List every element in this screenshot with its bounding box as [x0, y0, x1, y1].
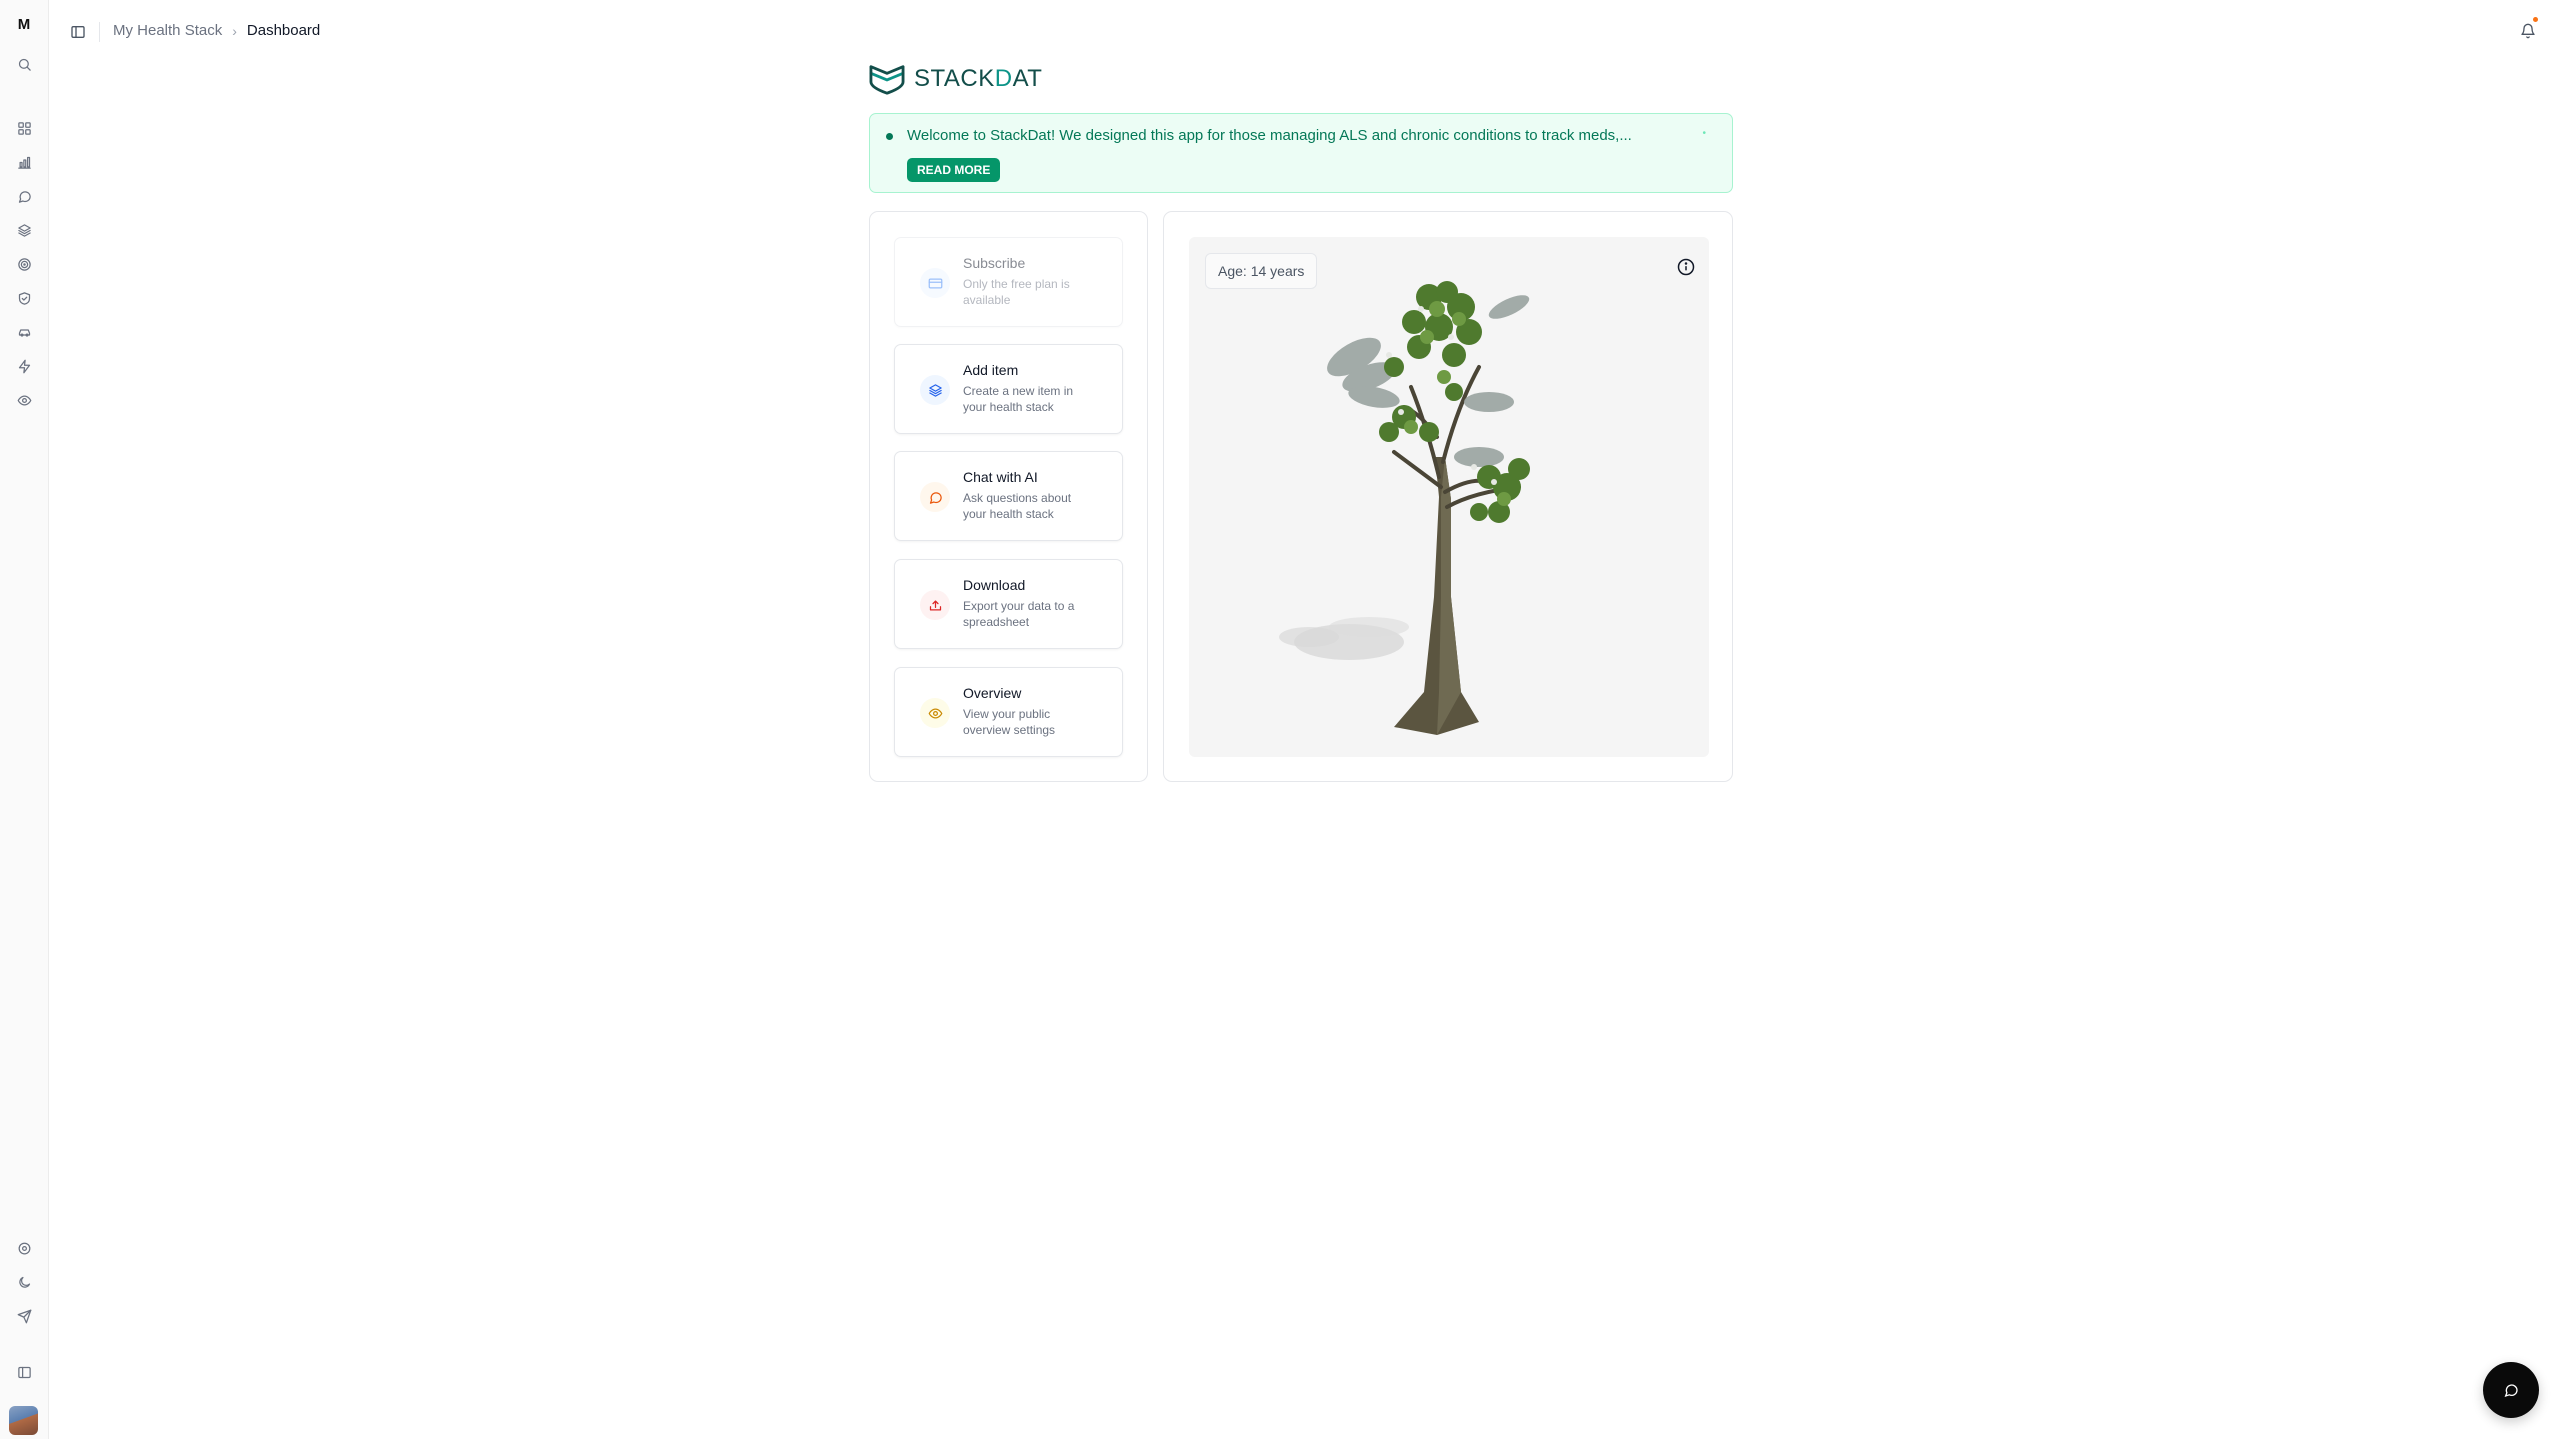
credit-card-icon — [920, 268, 950, 298]
breadcrumb-item-dashboard: Dashboard — [246, 22, 321, 39]
stackdat-logo: STACKDAT — [868, 62, 1042, 96]
top-bar: My Health Stack › Dashboard — [49, 0, 2559, 62]
chat-fab-button[interactable] — [2483, 1362, 2539, 1418]
layers-icon[interactable] — [12, 218, 36, 242]
divider — [99, 22, 100, 42]
bullet-icon — [886, 133, 893, 140]
message-circle-icon — [920, 482, 950, 512]
card-description: View your public overview settings — [963, 707, 1056, 737]
message-circle-icon — [2504, 1384, 2518, 1398]
card-title: Overview — [963, 685, 1022, 701]
overview-card[interactable]: Overview View your public overview setti… — [894, 667, 1123, 757]
shield-check-icon[interactable] — [12, 286, 36, 310]
bell-icon[interactable] — [2517, 17, 2539, 42]
stackdat-logo-icon — [869, 65, 905, 95]
info-icon[interactable] — [1675, 256, 1697, 278]
logo-text: STACKDAT — [914, 65, 1043, 92]
bar-chart-icon[interactable] — [12, 150, 36, 174]
card-title: Download — [963, 577, 1026, 593]
subscribe-card[interactable]: Subscribe Only the free plan is availabl… — [894, 237, 1123, 327]
panel-icon[interactable] — [12, 1360, 36, 1384]
tree-3d-view[interactable]: Age: 14 years — [1189, 237, 1709, 757]
sidebar: M — [0, 0, 49, 1439]
workspace-switcher[interactable]: M — [10, 14, 38, 36]
banner-text: Welcome to StackDat! We designed this ap… — [907, 127, 1632, 144]
target-icon[interactable] — [12, 252, 36, 276]
eye-icon — [920, 698, 950, 728]
tree-panel: Age: 14 years — [1163, 211, 1733, 782]
age-badge: Age: 14 years — [1205, 253, 1318, 289]
breadcrumb-item-my-health-stack[interactable]: My Health Stack — [113, 22, 222, 39]
download-card[interactable]: Download Export your data to a spreadshe… — [894, 559, 1123, 649]
settings-icon[interactable] — [12, 1236, 36, 1260]
layers-icon — [920, 375, 950, 405]
tree-illustration — [1279, 281, 1530, 735]
car-icon[interactable] — [12, 320, 36, 344]
chevron-right-icon: › — [232, 22, 237, 39]
card-description: Create a new item in your health stack — [963, 384, 1074, 414]
eye-icon[interactable] — [12, 388, 36, 412]
search-icon[interactable] — [12, 52, 36, 76]
card-description: Ask questions about your health stack — [963, 491, 1072, 521]
dismiss-icon[interactable]: • — [1702, 128, 1706, 139]
sidebar-toggle-icon[interactable] — [67, 21, 89, 43]
avatar[interactable] — [9, 1406, 38, 1435]
card-title: Subscribe — [963, 255, 1026, 271]
welcome-banner: Welcome to StackDat! We designed this ap… — [869, 113, 1733, 193]
send-icon[interactable] — [12, 1304, 36, 1328]
grid-icon[interactable] — [12, 116, 36, 140]
quick-actions-panel: Subscribe Only the free plan is availabl… — [869, 211, 1148, 782]
breadcrumb: My Health Stack › Dashboard — [113, 22, 320, 39]
download-icon — [920, 590, 950, 620]
card-title: Add item — [963, 362, 1019, 378]
add-item-card[interactable]: Add item Create a new item in your healt… — [894, 344, 1123, 434]
message-circle-icon[interactable] — [12, 184, 36, 208]
read-more-button[interactable]: READ MORE — [907, 158, 1001, 182]
card-description: Export your data to a spreadsheet — [963, 599, 1075, 629]
card-title: Chat with AI — [963, 469, 1038, 485]
moon-icon[interactable] — [12, 1270, 36, 1294]
card-description: Only the free plan is available — [963, 277, 1070, 307]
chat-with-ai-card[interactable]: Chat with AI Ask questions about your he… — [894, 451, 1123, 541]
notification-dot — [2533, 17, 2538, 22]
zap-icon[interactable] — [12, 354, 36, 378]
